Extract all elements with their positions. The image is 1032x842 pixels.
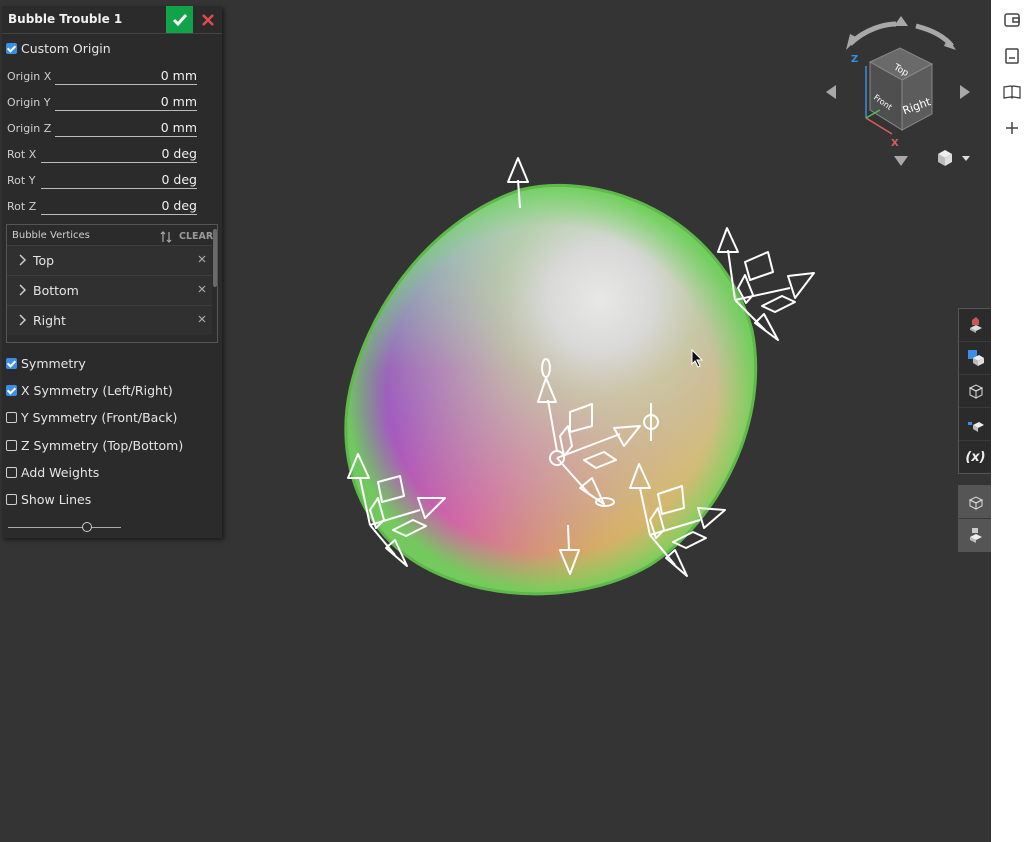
rot-z-label: Rot Z — [7, 200, 37, 213]
section-cube-icon[interactable] — [959, 375, 992, 408]
origin-z-label: Origin Z — [7, 122, 52, 135]
bubble-vertices-list[interactable]: Bubble Vertices CLEAR Top Bottom Right — [6, 224, 218, 343]
vertex-label: Right — [33, 313, 66, 328]
accept-button[interactable] — [166, 6, 193, 33]
checkbox-checked-icon — [6, 42, 17, 54]
rot-z-field: Rot Z 0 deg — [7, 197, 197, 217]
variable-icon[interactable]: (x) — [959, 441, 992, 473]
origin-z-field: Origin Z 0 mm — [7, 119, 197, 139]
x-symmetry-label: X Symmetry (Left/Right) — [21, 382, 173, 398]
view-mode-icon[interactable] — [938, 150, 970, 166]
axis-z-label: Z — [851, 54, 858, 65]
plus-icon[interactable] — [1001, 117, 1023, 139]
show-lines-label: Show Lines — [21, 491, 92, 507]
checkbox-unchecked-icon — [6, 439, 17, 451]
add-weights-label: Add Weights — [21, 464, 100, 480]
wallet-icon[interactable] — [1001, 9, 1023, 31]
vertices-scrollbar[interactable] — [213, 229, 217, 287]
custom-origin-label: Custom Origin — [21, 40, 111, 56]
custom-origin-checkbox[interactable]: Custom Origin — [6, 39, 111, 57]
rot-y-input[interactable]: 0 deg — [41, 171, 197, 189]
checkbox-checked-icon — [6, 357, 17, 369]
rot-y-label: Rot Y — [7, 174, 36, 187]
right-panel-rail — [991, 0, 1032, 842]
checkbox-unchecked-icon — [6, 493, 17, 505]
rot-y-field: Rot Y 0 deg — [7, 171, 197, 191]
x-symmetry-checkbox[interactable]: X Symmetry (Left/Right) — [6, 381, 173, 399]
chevron-right-icon[interactable] — [17, 313, 27, 327]
close-icon — [202, 13, 214, 26]
list-item[interactable]: Top — [7, 245, 212, 275]
slider-track[interactable] — [8, 527, 121, 528]
origin-x-field: Origin X 0 mm — [7, 67, 197, 87]
feature-dialog-header: Bubble Trouble 1 — [2, 6, 222, 34]
z-symmetry-label: Z Symmetry (Top/Bottom) — [21, 437, 184, 453]
mouse-cursor-icon — [691, 349, 704, 368]
sort-icon[interactable] — [160, 231, 172, 243]
render-icon[interactable] — [959, 408, 992, 441]
chevron-right-icon[interactable] — [17, 253, 27, 267]
origin-x-input[interactable]: 0 mm — [55, 67, 197, 85]
vertex-label: Bottom — [33, 283, 79, 298]
view-toolbar — [958, 485, 992, 552]
list-item[interactable]: Bottom — [7, 275, 212, 305]
rot-x-label: Rot X — [7, 148, 37, 161]
y-symmetry-label: Y Symmetry (Front/Back) — [21, 409, 178, 425]
rot-z-input[interactable]: 0 deg — [41, 197, 197, 215]
y-symmetry-checkbox[interactable]: Y Symmetry (Front/Back) — [6, 408, 177, 426]
origin-z-input[interactable]: 0 mm — [55, 119, 197, 137]
save-icon[interactable] — [1001, 45, 1023, 67]
bubble-vertices-title: Bubble Vertices — [12, 230, 90, 241]
checkbox-unchecked-icon — [6, 466, 17, 478]
origin-y-field: Origin Y 0 mm — [7, 93, 197, 113]
vertex-label: Top — [33, 253, 55, 268]
show-lines-checkbox[interactable]: Show Lines — [6, 490, 91, 508]
grid-cube-icon[interactable] — [959, 342, 992, 375]
origin-y-input[interactable]: 0 mm — [55, 93, 197, 111]
remove-icon[interactable] — [197, 254, 207, 264]
origin-x-label: Origin X — [7, 70, 52, 83]
feature-title: Bubble Trouble 1 — [8, 12, 123, 26]
cancel-button[interactable] — [198, 6, 218, 33]
remove-icon[interactable] — [197, 284, 207, 294]
add-weights-checkbox[interactable]: Add Weights — [6, 463, 99, 481]
slider-thumb[interactable] — [82, 522, 93, 532]
named-view-icon[interactable] — [959, 486, 992, 519]
render-toolbar: (x) — [958, 308, 992, 474]
origin-y-label: Origin Y — [7, 96, 51, 109]
appearance-icon[interactable] — [959, 309, 992, 342]
symmetry-label: Symmetry — [21, 355, 86, 371]
feature-dialog: Bubble Trouble 1 Custom Origin Origin X … — [2, 6, 222, 538]
list-item[interactable]: Right — [7, 305, 212, 335]
view-cube[interactable]: Top Front Right Z X — [820, 14, 970, 174]
z-symmetry-checkbox[interactable]: Z Symmetry (Top/Bottom) — [6, 436, 183, 454]
check-icon — [172, 13, 187, 26]
symmetry-checkbox[interactable]: Symmetry — [6, 354, 86, 372]
checkbox-unchecked-icon — [6, 411, 17, 423]
explode-icon[interactable] — [959, 519, 992, 551]
axis-x-label: X — [891, 138, 899, 149]
checkbox-checked-icon — [6, 384, 17, 396]
rot-x-input[interactable]: 0 deg — [41, 145, 197, 163]
chevron-right-icon[interactable] — [17, 283, 27, 297]
remove-icon[interactable] — [197, 314, 207, 324]
clear-button[interactable]: CLEAR — [179, 231, 213, 242]
rot-x-field: Rot X 0 deg — [7, 145, 197, 165]
book-icon[interactable] — [1001, 81, 1023, 103]
